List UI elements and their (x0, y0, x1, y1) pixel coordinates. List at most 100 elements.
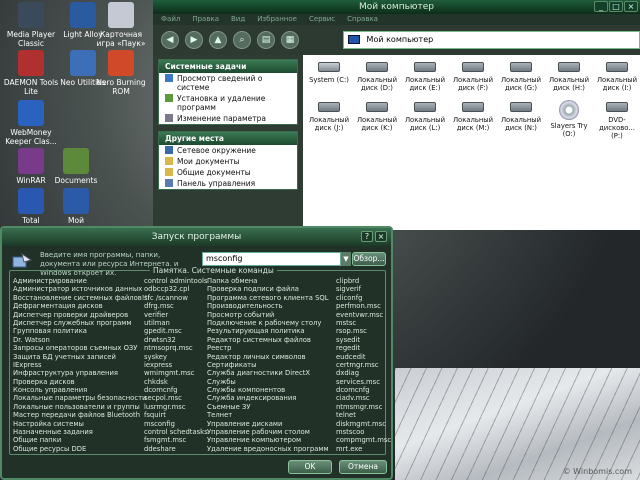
desktop-shortcut[interactable]: Мой (45, 188, 107, 225)
memo-command-value: dcomcnfg (144, 386, 178, 395)
explorer-titlebar[interactable]: Мой компьютер _ □ × (153, 0, 640, 14)
desktop-shortcut[interactable]: Карточная игра «Паук» (90, 2, 152, 48)
memo-command-value: dcomcnfg (336, 386, 370, 395)
other-places-panel: Другие места Сетевое окружение Мои докум… (158, 131, 298, 190)
drive-item[interactable]: Локальный диск (M:) (449, 100, 497, 140)
memo-command-name: Редактор системных файлов (207, 335, 311, 344)
search-icon[interactable]: ⌕ (233, 31, 251, 49)
drive-item[interactable]: Локальный диск (L:) (401, 100, 449, 140)
folders-icon[interactable]: ▤ (257, 31, 275, 49)
install-icon (165, 94, 173, 102)
drive-item[interactable]: Локальный диск (J:) (305, 100, 353, 140)
ok-button[interactable]: OK (288, 460, 332, 474)
memo-command-value: odbccp32.cpl (144, 285, 190, 294)
run-close-button[interactable]: × (375, 231, 387, 242)
forward-arrow-icon[interactable]: ▶ (185, 31, 203, 49)
address-bar[interactable]: Мой компьютер (343, 31, 640, 49)
menu-item[interactable]: Сервис (309, 14, 335, 25)
memo-command-name: Подключение к рабочему столу (207, 318, 322, 327)
menu-item[interactable]: Файл (161, 14, 180, 25)
drive-item[interactable]: Локальный диск (E:) (401, 60, 449, 92)
shortcut-label: Мой (68, 216, 84, 225)
drive-item[interactable]: Локальный диск (N:) (497, 100, 545, 140)
back-arrow-icon[interactable]: ◀ (161, 31, 179, 49)
commands-memo: Памятка. Системные команды Администриров… (9, 266, 391, 455)
memo-command-name: Программа сетевого клиента SQL (207, 293, 329, 302)
drive-item[interactable]: System (C:) (305, 60, 353, 92)
task-change-setting[interactable]: Изменение параметра (159, 113, 297, 124)
hard-disk-icon (318, 102, 340, 112)
cancel-button[interactable]: Отмена (339, 460, 387, 474)
info-icon (165, 74, 173, 82)
drive-label: System (C:) (309, 76, 349, 84)
place-network[interactable]: Сетевое окружение (159, 145, 297, 156)
other-places-header[interactable]: Другие места (159, 132, 297, 145)
memo-command-name: Служба диагностики DirectX (207, 369, 311, 378)
drive-item[interactable]: Локальный диск (D:) (353, 60, 401, 92)
memo-command-name: Проверка подписи файла (207, 285, 299, 294)
browse-button[interactable]: Обзор... (352, 252, 386, 266)
shortcut-label: WebMoney Keeper Clas... (5, 128, 57, 146)
close-button[interactable]: × (624, 1, 638, 12)
maximize-button[interactable]: □ (609, 1, 623, 12)
hard-disk-icon (462, 62, 484, 72)
run-command-input[interactable]: msconfig (202, 252, 351, 266)
drive-item[interactable]: DVD-дисково... (P:) (593, 100, 640, 140)
wallpaper-snow-area (395, 368, 640, 480)
memo-command-name: Мастер передачи файлов Bluetooth (13, 411, 141, 420)
drive-item[interactable]: Локальный диск (H:) (545, 60, 593, 92)
memo-command-value: eudcedit (336, 352, 366, 361)
memo-command-name: Общие папки (13, 436, 62, 445)
drive-item[interactable]: Локальный диск (F:) (449, 60, 497, 92)
drive-label: Локальный диск (F:) (452, 76, 494, 92)
memo-command-value: secpol.msc (144, 394, 182, 403)
menu-item[interactable]: Правка (192, 14, 219, 25)
hard-disk-icon (414, 102, 436, 112)
memo-command-name: Консоль управления (13, 386, 88, 395)
memo-command-value: drwtsn32 (144, 335, 176, 344)
computer-icon (348, 35, 360, 44)
drive-label: Локальный диск (G:) (500, 76, 542, 92)
drive-item[interactable]: Локальный диск (G:) (497, 60, 545, 92)
memo-command-value: mrt.exe (336, 444, 363, 453)
memo-command-value: certmgr.msc (336, 360, 379, 369)
task-view-system-info[interactable]: Просмотр сведений о системе (159, 73, 297, 93)
menu-item[interactable]: Избранное (257, 14, 297, 25)
memo-command-name: Папка обмена (207, 277, 258, 285)
drive-item[interactable]: Slayers Try (O:) (545, 100, 593, 140)
task-add-remove-programs[interactable]: Установка и удаление программ (159, 93, 297, 113)
chevron-down-icon[interactable]: ▼ (340, 252, 351, 266)
menu-item[interactable]: Справка (347, 14, 378, 25)
shortcut-icon (63, 188, 89, 214)
memo-command-name: Службы (207, 377, 236, 386)
desktop-shortcut[interactable]: Documents (45, 148, 107, 185)
drive-item[interactable]: Локальный диск (I:) (593, 60, 640, 92)
desktop-shortcut[interactable]: Nero Burning ROM (90, 50, 152, 96)
shortcut-label: Nero Burning ROM (96, 78, 146, 96)
up-folder-icon[interactable]: ▲ (209, 31, 227, 49)
hard-disk-icon (606, 102, 628, 112)
menu-item[interactable]: Вид (231, 14, 245, 25)
run-dialog-titlebar[interactable]: Запуск программы ? × (2, 228, 391, 246)
drive-item[interactable]: Локальный диск (K:) (353, 100, 401, 140)
memo-command-value: mstsc (336, 318, 357, 327)
memo-command-value: diskmgmt.msc (336, 419, 386, 428)
hard-disk-icon (414, 62, 436, 72)
memo-command-value: ddeshare (144, 444, 176, 453)
memo-command-value: gpedit.msc (144, 327, 182, 336)
hard-disk-icon (510, 102, 532, 112)
place-my-documents[interactable]: Мои документы (159, 156, 297, 167)
place-control-panel[interactable]: Панель управления (159, 178, 297, 189)
system-tasks-header[interactable]: Системные задачи (159, 60, 297, 73)
memo-command-name: Общие ресурсы DDE (13, 444, 87, 453)
memo-command-name: Защита БД учетных записей (13, 352, 116, 361)
help-button[interactable]: ? (361, 231, 373, 242)
memo-command-value: mstscoo (336, 428, 365, 437)
place-shared-documents[interactable]: Общие документы (159, 167, 297, 178)
minimize-button[interactable]: _ (594, 1, 608, 12)
memo-command-value: cliconfg (336, 293, 363, 302)
memo-command-name: Групповая политика (13, 327, 87, 336)
desktop-shortcut[interactable]: WebMoney Keeper Clas... (0, 100, 62, 146)
drive-label: DVD-дисково... (P:) (599, 116, 635, 140)
views-icon[interactable]: ▦ (281, 31, 299, 49)
